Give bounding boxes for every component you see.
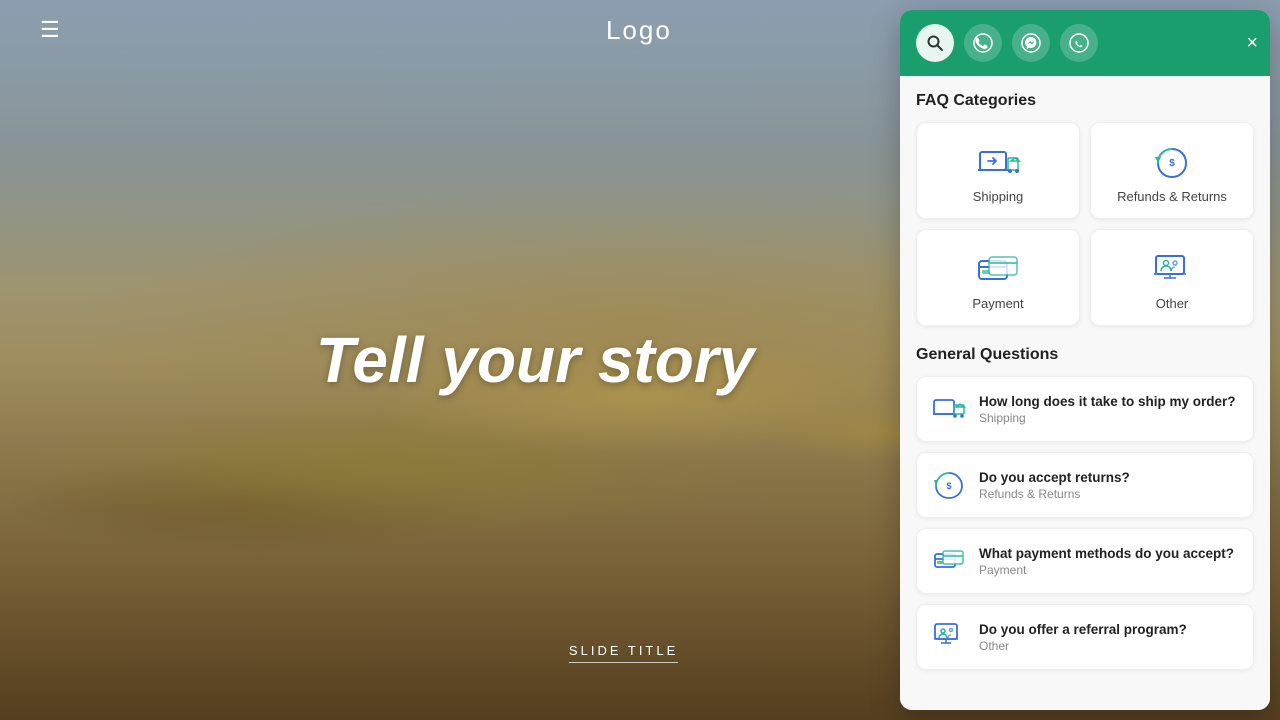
refunds-label: Refunds & Returns: [1117, 189, 1227, 204]
question-text-shipping: How long does it take to ship my order? …: [979, 394, 1239, 425]
question-item-returns[interactable]: $ Do you accept returns? Refunds & Retur…: [916, 452, 1254, 518]
refunds-icon: $: [1148, 143, 1196, 179]
other-label: Other: [1156, 296, 1189, 311]
general-section-title: General Questions: [916, 346, 1254, 364]
category-card-refunds[interactable]: $ Refunds & Returns: [1090, 122, 1254, 219]
panel-header: ×: [900, 10, 1270, 76]
svg-text:$: $: [946, 481, 951, 491]
question-returns-icon: $: [931, 467, 967, 503]
payment-icon: [974, 250, 1022, 286]
category-card-shipping[interactable]: Shipping: [916, 122, 1080, 219]
question-item-other[interactable]: Do you offer a referral program? Other: [916, 604, 1254, 670]
shipping-icon: [974, 143, 1022, 179]
slide-title: SLIDE TITLE: [569, 643, 678, 663]
question-text-returns: Do you accept returns? Refunds & Returns: [979, 470, 1239, 501]
payment-label: Payment: [972, 296, 1023, 311]
logo: Logo: [606, 15, 672, 46]
question-item-payment[interactable]: What payment methods do you accept? Paym…: [916, 528, 1254, 594]
hero-title: Tell your story: [185, 323, 885, 397]
whatsapp-icon-button[interactable]: [964, 24, 1002, 62]
category-card-other[interactable]: Other: [1090, 229, 1254, 326]
faq-section-title: FAQ Categories: [916, 92, 1254, 110]
chat-panel: × FAQ Categories: [900, 10, 1270, 710]
shipping-label: Shipping: [973, 189, 1024, 204]
messenger-icon-button[interactable]: [1012, 24, 1050, 62]
category-card-payment[interactable]: Payment: [916, 229, 1080, 326]
other-icon: [1148, 250, 1196, 286]
question-payment-icon: [931, 543, 967, 579]
menu-icon[interactable]: ☰: [40, 17, 60, 43]
faq-categories-grid: Shipping $ Refunds & Returns: [916, 122, 1254, 326]
search-icon-button[interactable]: [916, 24, 954, 62]
faq-categories-section: FAQ Categories: [916, 92, 1254, 326]
question-text-other: Do you offer a referral program? Other: [979, 622, 1239, 653]
phone-icon-button[interactable]: [1060, 24, 1098, 62]
question-item-shipping[interactable]: How long does it take to ship my order? …: [916, 376, 1254, 442]
panel-body: FAQ Categories: [900, 76, 1270, 710]
question-text-payment: What payment methods do you accept? Paym…: [979, 546, 1239, 577]
svg-text:$: $: [1169, 158, 1175, 169]
general-questions-section: General Questions How long does it take …: [916, 346, 1254, 670]
question-shipping-icon: [931, 391, 967, 427]
question-other-icon: [931, 619, 967, 655]
close-button[interactable]: ×: [1246, 33, 1258, 53]
slide-title-container: SLIDE TITLE: [569, 642, 678, 660]
